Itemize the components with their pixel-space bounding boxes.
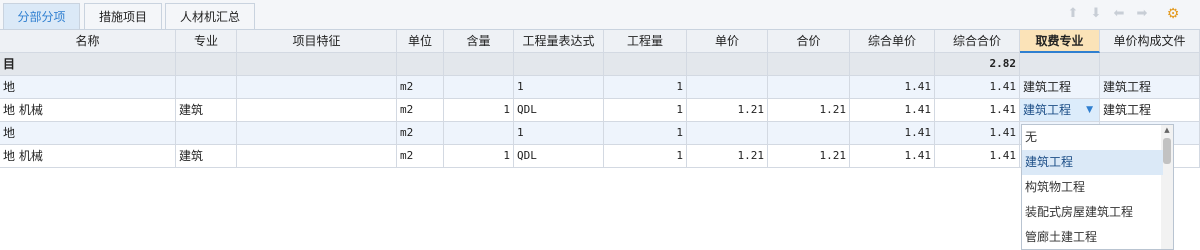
scrollbar-thumb[interactable] — [1163, 138, 1171, 164]
cell-zonghe-danjia[interactable]: 1.41 — [850, 99, 935, 122]
scroll-up-icon[interactable]: ▲ — [1163, 126, 1171, 134]
cell-danwei[interactable]: m2 — [397, 99, 444, 122]
cell-hanliang[interactable]: 1 — [444, 99, 514, 122]
cell-gongchengliang[interactable]: 1 — [604, 76, 687, 99]
tab-cuoshi-xiangmu[interactable]: 措施项目 — [84, 3, 162, 29]
cell-xiangmu-tezheng[interactable] — [237, 145, 397, 168]
cell-zonghe-hejia[interactable]: 1.41 — [935, 76, 1020, 99]
table-row[interactable]: 地 m2 1 1 1.41 1.41 建筑工程 建筑工程 — [0, 76, 1200, 99]
column-header-gongchengliang-biaodashi[interactable]: 工程量表达式 — [514, 30, 604, 53]
cell-zonghe-danjia[interactable]: 1.41 — [850, 76, 935, 99]
table-row[interactable]: 地 m2 1 1 1.41 1.41 — [0, 122, 1200, 145]
cell-gongchengliang[interactable] — [604, 53, 687, 76]
cell-xiangmu-tezheng[interactable] — [237, 76, 397, 99]
settings-icon[interactable]: ⚙ — [1165, 6, 1181, 22]
cell-danjia-goucheng-wenjian[interactable]: 建筑工程 — [1100, 76, 1200, 99]
cell-zhuanye[interactable] — [176, 76, 237, 99]
dropdown-option[interactable]: 装配式房屋建筑工程 — [1022, 200, 1163, 225]
cell-danjia[interactable] — [687, 53, 768, 76]
tab-fenbu-fenxiang[interactable]: 分部分项 — [3, 3, 80, 29]
cell-name[interactable]: 地 — [0, 122, 176, 145]
column-header-danjia-goucheng-wenjian[interactable]: 单价构成文件 — [1100, 30, 1200, 53]
cell-danwei[interactable]: m2 — [397, 122, 444, 145]
cell-qufei-zhuanye[interactable] — [1020, 53, 1100, 76]
dropdown-option[interactable]: 构筑物工程 — [1022, 175, 1163, 200]
dropdown-option[interactable]: 无 — [1022, 125, 1163, 150]
cell-hanliang[interactable] — [444, 53, 514, 76]
group-row[interactable]: 目 2.82 — [0, 53, 1200, 76]
cell-danwei[interactable]: m2 — [397, 145, 444, 168]
cell-hanliang[interactable] — [444, 122, 514, 145]
cell-zhuanye[interactable]: 建筑 — [176, 99, 237, 122]
column-header-qufei-zhuanye[interactable]: 取费专业 — [1020, 30, 1100, 53]
qufei-zhuanye-dropdown[interactable]: ▲ 无建筑工程 构筑物工程 装配式房屋建筑工程 管廊土建工程 — [1021, 124, 1174, 250]
column-header-gongchengliang[interactable]: 工程量 — [604, 30, 687, 53]
cell-qufei-zhuanye[interactable]: 建筑工程 — [1020, 76, 1100, 99]
cell-name[interactable]: 目 — [0, 53, 176, 76]
column-header-danjia[interactable]: 单价 — [687, 30, 768, 53]
cell-gongchengliang[interactable]: 1 — [604, 122, 687, 145]
cell-xiangmu-tezheng[interactable] — [237, 53, 397, 76]
cell-danjia[interactable] — [687, 122, 768, 145]
dropdown-option[interactable]: 建筑工程 — [1022, 150, 1163, 175]
cell-zonghe-danjia[interactable]: 1.41 — [850, 145, 935, 168]
cell-hejia[interactable] — [768, 76, 850, 99]
column-header-zonghe-danjia[interactable]: 综合单价 — [850, 30, 935, 53]
cell-zhuanye[interactable]: 建筑 — [176, 145, 237, 168]
cell-danjia[interactable] — [687, 76, 768, 99]
arrow-left-icon[interactable]: ⬅ — [1111, 6, 1127, 22]
table-row[interactable]: 地 机械 建筑 m2 1 QDL 1 1.21 1.21 1.41 1.41 建筑工程 ▼ 建筑工程 — [0, 99, 1200, 122]
table-row[interactable]: 地 机械 建筑 m2 1 QDL 1 1.21 1.21 1.41 1.41 — [0, 145, 1200, 168]
cell-gongchengliang-biaodashi[interactable]: 1 — [514, 76, 604, 99]
cell-zhuanye[interactable] — [176, 122, 237, 145]
cell-zonghe-danjia[interactable]: 1.41 — [850, 122, 935, 145]
cell-zonghe-danjia[interactable] — [850, 53, 935, 76]
cell-zonghe-hejia[interactable]: 2.82 — [935, 53, 1020, 76]
dropdown-option[interactable]: 管廊土建工程 — [1022, 225, 1163, 249]
cell-qufei-zhuanye[interactable]: 建筑工程 ▼ — [1020, 99, 1100, 122]
cell-zonghe-hejia[interactable]: 1.41 — [935, 145, 1020, 168]
arrow-right-icon[interactable]: ➡ — [1134, 6, 1150, 22]
cell-xiangmu-tezheng[interactable] — [237, 122, 397, 145]
column-header-hanliang[interactable]: 含量 — [444, 30, 514, 53]
dropdown-arrow-icon[interactable]: ▼ — [1086, 99, 1093, 121]
cell-gongchengliang[interactable]: 1 — [604, 145, 687, 168]
cell-gongchengliang-biaodashi[interactable] — [514, 53, 604, 76]
cell-danjia-goucheng-wenjian[interactable] — [1100, 53, 1200, 76]
cell-name[interactable]: 地 — [0, 76, 176, 99]
cell-danwei[interactable] — [397, 53, 444, 76]
cell-danjia[interactable]: 1.21 — [687, 99, 768, 122]
column-header-xiangmu-tezheng[interactable]: 项目特征 — [237, 30, 397, 53]
tab-bar: 分部分项 措施项目 人材机汇总 ⬆ ⬇ ⬅ ➡ ⚙ — [0, 0, 1200, 30]
cell-danjia[interactable]: 1.21 — [687, 145, 768, 168]
cell-hejia[interactable]: 1.21 — [768, 99, 850, 122]
column-header-danwei[interactable]: 单位 — [397, 30, 444, 53]
column-header-zonghe-hejia[interactable]: 综合合价 — [935, 30, 1020, 53]
tab-rencaiji-huizong[interactable]: 人材机汇总 — [165, 3, 255, 29]
cell-gongchengliang-biaodashi[interactable]: 1 — [514, 122, 604, 145]
cell-name[interactable]: 地 机械 — [0, 99, 176, 122]
cell-hejia[interactable]: 1.21 — [768, 145, 850, 168]
cell-name[interactable]: 地 机械 — [0, 145, 176, 168]
cell-hejia[interactable] — [768, 53, 850, 76]
cell-gongchengliang-biaodashi[interactable]: QDL — [514, 145, 604, 168]
cell-danwei[interactable]: m2 — [397, 76, 444, 99]
cell-zonghe-hejia[interactable]: 1.41 — [935, 122, 1020, 145]
cell-zonghe-hejia[interactable]: 1.41 — [935, 99, 1020, 122]
cell-xiangmu-tezheng[interactable] — [237, 99, 397, 122]
header-row: 名称 专业 项目特征 单位 含量 工程量表达式 工程量 单价 合价 综合单价 综合合价 取费专业 单价构… — [0, 30, 1200, 53]
cell-hejia[interactable] — [768, 122, 850, 145]
cell-danjia-goucheng-wenjian[interactable]: 建筑工程 — [1100, 99, 1200, 122]
cell-zhuanye[interactable] — [176, 53, 237, 76]
cell-hanliang[interactable]: 1 — [444, 145, 514, 168]
column-header-zhuanye[interactable]: 专业 — [176, 30, 237, 53]
column-header-name[interactable]: 名称 — [0, 30, 176, 53]
column-header-hejia[interactable]: 合价 — [768, 30, 850, 53]
cell-gongchengliang[interactable]: 1 — [604, 99, 687, 122]
cell-hanliang[interactable] — [444, 76, 514, 99]
arrow-up-icon[interactable]: ⬆ — [1065, 6, 1081, 22]
cell-gongchengliang-biaodashi[interactable]: QDL — [514, 99, 604, 122]
arrow-down-icon[interactable]: ⬇ — [1088, 6, 1104, 22]
